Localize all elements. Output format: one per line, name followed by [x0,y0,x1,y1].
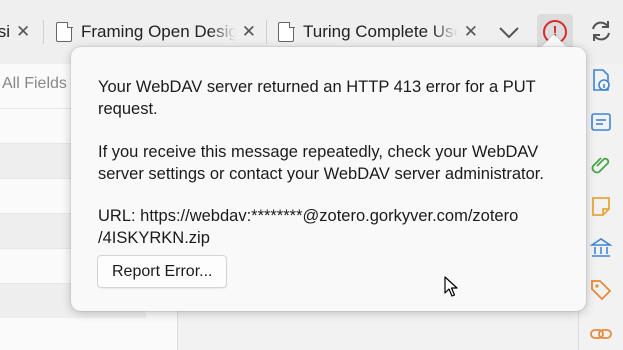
tab-desi[interactable]: Desi ✕ [0,12,40,52]
info-icon[interactable] [589,68,613,92]
related-icon[interactable] [589,322,613,346]
close-icon[interactable]: ✕ [242,22,256,42]
tab-title: Turing Complete User [303,22,458,42]
error-message: Your WebDAV server returned an HTTP 413 … [98,78,536,118]
error-advice: If you receive this message repeatedly, … [98,143,544,183]
chevron-down-icon[interactable] [497,20,521,44]
report-error-button[interactable]: Report Error... [97,255,228,288]
error-url: URL: https://webdav:********@zotero.gork… [98,205,568,249]
error-url-line: /4ISKYRKN.zip [98,229,210,247]
sync-error-popup: Your WebDAV server returned an HTTP 413 … [71,47,586,311]
notes-icon[interactable] [589,194,613,218]
tab-title: Framing Open Design [81,22,236,42]
attachments-icon[interactable] [589,152,613,176]
search-input[interactable]: All Fields [0,68,74,100]
tab-separator [266,20,267,44]
abstract-icon[interactable] [589,110,613,134]
close-icon[interactable]: ✕ [464,22,478,42]
tags-icon[interactable] [589,278,613,302]
tab-separator [43,20,44,44]
tab-title: Desi [0,22,10,41]
document-icon [278,21,295,42]
sync-icon[interactable] [588,18,614,44]
tab-turing-complete-user[interactable]: Turing Complete User ✕ [278,12,478,52]
tab-framing-open-design[interactable]: Framing Open Design ✕ [56,12,256,52]
document-icon [56,21,73,42]
libraries-collections-icon[interactable] [589,236,613,260]
mouse-cursor-icon [444,276,458,297]
error-url-line: URL: https://webdav:********@zotero.gork… [98,207,519,225]
close-icon[interactable]: ✕ [16,22,30,42]
